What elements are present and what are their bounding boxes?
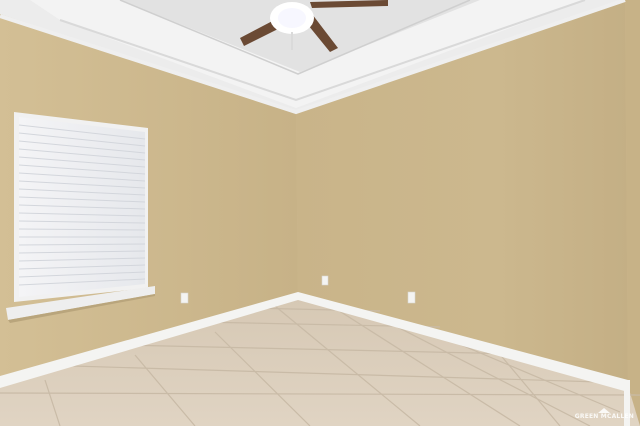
fan-pull-chain (291, 32, 293, 50)
window (6, 112, 155, 323)
left-wall-outlet (180, 292, 189, 304)
watermark: GREEN MCALLEN (575, 408, 634, 420)
fan-light-glow (278, 8, 306, 28)
room-illustration (0, 0, 640, 426)
right-wall-outlet-2 (407, 291, 416, 304)
watermark-text: GREEN MCALLEN (574, 413, 634, 420)
room-photo: GREEN MCALLEN (0, 0, 640, 426)
right-wall-outlet-1 (321, 275, 329, 286)
